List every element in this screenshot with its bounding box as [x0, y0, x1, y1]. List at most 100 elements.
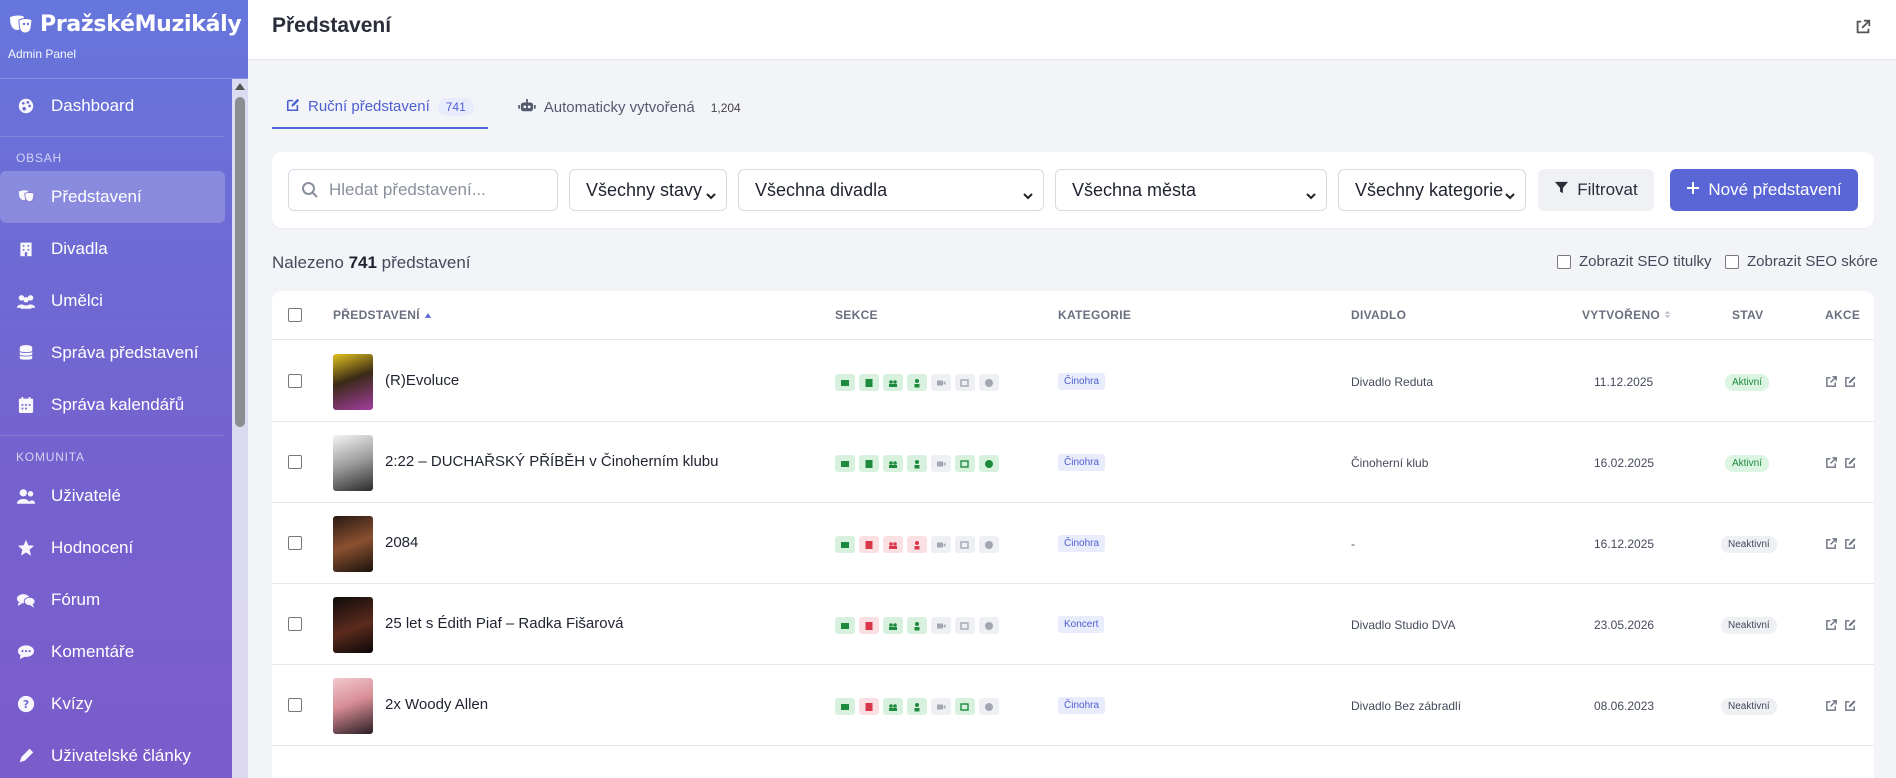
section-image-icon: [835, 617, 855, 634]
sidebar-item-theaters[interactable]: Divadla: [0, 223, 232, 275]
section-status-icons: [835, 374, 999, 391]
col-sections-header: SEKCE: [835, 308, 878, 322]
section-calendar-icon: [859, 617, 879, 634]
show-title[interactable]: (R)Evoluce: [385, 372, 459, 389]
table-row[interactable]: 2x Woody Allen Činohra Divadlo Bez zábradl…: [272, 665, 1874, 746]
sidebar-scrollbar[interactable]: [232, 79, 248, 778]
show-thumbnail[interactable]: [333, 678, 373, 734]
sidebar-item-label: Uživatelé: [51, 486, 121, 505]
status-badge: Aktivní: [1725, 374, 1770, 391]
sidebar-item-forum[interactable]: Fórum: [0, 574, 232, 626]
theater-select[interactable]: Všechna divadla: [738, 169, 1044, 211]
new-show-button[interactable]: Nové představení: [1670, 169, 1858, 211]
col-theater-header: DIVADLO: [1351, 308, 1407, 322]
table-row[interactable]: 2084 Činohra - 16.12.2025 Neaktivní: [272, 503, 1874, 584]
table-row[interactable]: 2:22 – DUCHAŘSKÝ PŘÍBĚH v Činoherním klu…: [272, 422, 1874, 503]
section-gallery-icon: [955, 536, 975, 553]
row-checkbox[interactable]: [288, 536, 302, 550]
section-status-icons: [835, 455, 999, 472]
show-title[interactable]: 2:22 – DUCHAŘSKÝ PŘÍBĚH v Činoherním klu…: [385, 453, 718, 470]
section-calendar-icon: [859, 374, 879, 391]
sidebar-item-label: Představení: [51, 187, 142, 206]
section-cast-icon: [883, 698, 903, 715]
tab-manual-shows[interactable]: Ruční představení 741: [272, 86, 488, 129]
edit-icon[interactable]: [1844, 699, 1858, 713]
open-external-icon[interactable]: [1825, 699, 1839, 713]
status-select[interactable]: Všechny stavy: [569, 169, 727, 211]
table-row[interactable]: (R)Evoluce Činohra Divadlo Reduta 11.12.202…: [272, 341, 1874, 422]
edit-icon[interactable]: [1844, 456, 1858, 470]
sort-up-icon: [424, 308, 432, 322]
section-gallery-icon: [955, 374, 975, 391]
scroll-thumb[interactable]: [235, 97, 245, 427]
sidebar-item-shows[interactable]: Představení: [0, 171, 225, 223]
open-external-icon[interactable]: [1825, 618, 1839, 632]
row-checkbox[interactable]: [288, 374, 302, 388]
theater-select-value: Všechna divadla: [755, 179, 888, 200]
row-checkbox[interactable]: [288, 455, 302, 469]
sidebar: PražskéMuzikály Admin Panel Dashboard OB…: [0, 0, 248, 778]
brand-name[interactable]: PražskéMuzikály: [40, 12, 242, 37]
show-thumbnail[interactable]: [333, 354, 373, 410]
show-thumbnail[interactable]: [333, 516, 373, 572]
select-all-checkbox[interactable]: [288, 308, 302, 322]
created-date: 16.02.2025: [1594, 456, 1655, 470]
option-seo-score[interactable]: Zobrazit SEO skóre: [1725, 253, 1878, 270]
section-gallery-icon: [955, 455, 975, 472]
topbar: Představení: [248, 0, 1896, 60]
external-link-icon[interactable]: [1854, 18, 1874, 38]
section-status-icons: [835, 617, 999, 634]
chevron-down-icon: [1023, 185, 1033, 200]
tab-count: 741: [437, 97, 474, 116]
category-select[interactable]: Všechny kategorie: [1338, 169, 1526, 211]
show-title[interactable]: 2x Woody Allen: [385, 696, 488, 713]
open-external-icon[interactable]: [1825, 375, 1839, 389]
users-icon: [16, 291, 36, 311]
city-select[interactable]: Všechna města: [1055, 169, 1327, 211]
tabs: Ruční představení 741 Automaticky vytvoř…: [272, 86, 763, 129]
sidebar-item-calendars[interactable]: Správa kalendářů: [0, 379, 232, 431]
sidebar-item-dashboard[interactable]: Dashboard: [0, 80, 232, 132]
edit-icon[interactable]: [1844, 537, 1858, 551]
sidebar-item-label: Umělci: [51, 291, 103, 310]
seo-score-checkbox[interactable]: [1725, 254, 1739, 269]
col-title-header[interactable]: PŘEDSTAVENÍ: [333, 308, 432, 322]
chevron-down-icon: [1306, 185, 1316, 200]
sidebar-item-users[interactable]: Uživatelé: [0, 470, 232, 522]
tab-auto-created[interactable]: Automaticky vytvořená 1,204: [504, 86, 763, 129]
sidebar-item-quizzes[interactable]: ? Kvízy: [0, 678, 232, 730]
filter-button-label: Filtrovat: [1577, 180, 1638, 199]
scroll-up-arrow-icon[interactable]: [235, 83, 245, 90]
edit-icon[interactable]: [1844, 375, 1858, 389]
show-thumbnail[interactable]: [333, 597, 373, 653]
section-seo-icon: [979, 617, 999, 634]
filter-button[interactable]: Filtrovat: [1538, 169, 1654, 211]
sidebar-item-label: Kvízy: [51, 694, 93, 713]
sidebar-item-user-articles[interactable]: Uživatelské články: [0, 730, 232, 778]
open-external-icon[interactable]: [1825, 456, 1839, 470]
table-row[interactable]: 25 let s Édith Piaf – Radka Fišarová Konc…: [272, 584, 1874, 665]
sidebar-item-ratings[interactable]: Hodnocení: [0, 522, 232, 574]
sidebar-item-label: Divadla: [51, 239, 108, 258]
open-external-icon[interactable]: [1825, 537, 1839, 551]
results-summary: Nalezeno 741 představení: [272, 253, 471, 273]
row-checkbox[interactable]: [288, 698, 302, 712]
option-seo-titles[interactable]: Zobrazit SEO titulky: [1557, 253, 1712, 270]
section-cast-icon: [883, 536, 903, 553]
sidebar-item-label: Správa představení: [51, 343, 199, 362]
show-thumbnail[interactable]: [333, 435, 373, 491]
search-box[interactable]: [288, 169, 558, 211]
col-actions-header: AKCE: [1825, 308, 1861, 322]
show-title[interactable]: 2084: [385, 534, 418, 551]
row-checkbox[interactable]: [288, 617, 302, 631]
edit-icon[interactable]: [1844, 618, 1858, 632]
col-created-header[interactable]: VYTVOŘENO: [1582, 308, 1671, 322]
sidebar-item-artists[interactable]: Umělci: [0, 275, 232, 327]
search-input[interactable]: [329, 176, 549, 204]
section-calendar-icon: [859, 698, 879, 715]
sidebar-item-comments[interactable]: Komentáře: [0, 626, 232, 678]
show-title[interactable]: 25 let s Édith Piaf – Radka Fišarová: [385, 615, 623, 632]
seo-titles-checkbox[interactable]: [1557, 254, 1571, 269]
sidebar-item-label: Uživatelské články: [51, 746, 191, 765]
sidebar-item-show-management[interactable]: Správa představení: [0, 327, 232, 379]
